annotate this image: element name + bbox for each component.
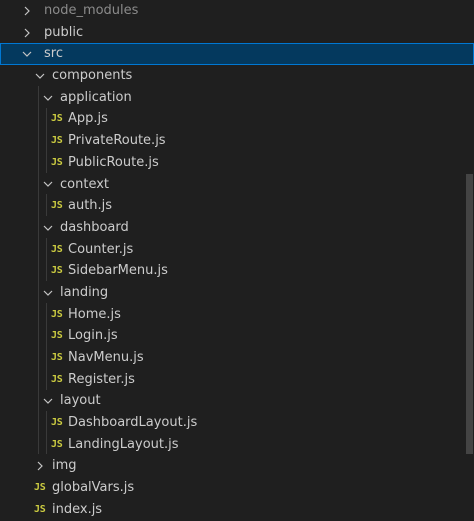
javascript-file-icon: JS — [51, 438, 63, 450]
indent-guide — [38, 86, 39, 454]
chevron-down-icon[interactable] — [41, 87, 55, 109]
folder-label: layout — [60, 393, 101, 409]
file-label: LandingLayout.js — [68, 436, 179, 452]
tree-item-privateroute-js[interactable]: JS PrivateRoute.js — [0, 130, 474, 152]
tree-item-img[interactable]: img — [0, 455, 474, 477]
file-label: PublicRoute.js — [68, 154, 159, 170]
tree-item-landing[interactable]: landing — [0, 282, 474, 304]
tree-item-components[interactable]: components — [0, 65, 474, 87]
javascript-file-icon: JS — [51, 330, 63, 342]
javascript-file-icon: JS — [34, 482, 46, 494]
file-tree: node_modules public src components appli… — [0, 0, 474, 521]
file-label: auth.js — [68, 198, 113, 214]
javascript-file-icon: JS — [51, 373, 63, 385]
folder-label: node_modules — [44, 3, 139, 18]
tree-item-src[interactable]: src — [0, 43, 474, 66]
indent-guide — [46, 303, 47, 390]
javascript-file-icon: JS — [51, 352, 63, 363]
file-label: PrivateRoute.js — [68, 133, 166, 149]
tree-item-public[interactable]: public — [0, 22, 474, 44]
javascript-file-icon: JS — [51, 156, 63, 168]
indent-guide — [46, 238, 47, 281]
file-label: DashboardLayout.js — [68, 415, 198, 431]
folder-label: public — [44, 24, 84, 40]
file-label: index.js — [52, 501, 103, 517]
folder-label: landing — [60, 284, 109, 300]
tree-item-globalvars-js[interactable]: JS globalVars.js — [0, 477, 474, 499]
file-label: Home.js — [68, 306, 121, 322]
chevron-down-icon[interactable] — [33, 65, 47, 87]
chevron-down-icon[interactable] — [20, 43, 34, 65]
javascript-file-icon: JS — [51, 417, 63, 429]
indent-guide — [46, 411, 47, 454]
tree-item-login-js[interactable]: JS Login.js — [0, 325, 474, 347]
tree-item-navmenu-js[interactable]: JS NavMenu.js — [0, 347, 474, 369]
tree-item-sidebarmenu-js[interactable]: JS SidebarMenu.js — [0, 260, 474, 282]
file-explorer: node_modules public src components appli… — [0, 0, 474, 521]
chevron-down-icon[interactable] — [41, 390, 55, 412]
file-label: SidebarMenu.js — [68, 263, 168, 279]
indent-guide — [46, 108, 47, 173]
file-label: Login.js — [68, 328, 118, 344]
tree-item-index-js[interactable]: JS index.js — [0, 499, 474, 521]
javascript-file-icon: JS — [51, 135, 63, 147]
tree-item-auth-js[interactable]: JS auth.js — [0, 195, 474, 217]
indent-guide — [46, 194, 47, 216]
javascript-file-icon: JS — [51, 200, 63, 212]
javascript-file-icon: JS — [34, 503, 46, 515]
chevron-right-icon[interactable] — [33, 455, 47, 477]
folder-label: application — [60, 89, 132, 105]
tree-item-publicroute-js[interactable]: JS PublicRoute.js — [0, 152, 474, 174]
tree-item-home-js[interactable]: JS Home.js — [0, 304, 474, 326]
tree-item-register-js[interactable]: JS Register.js — [0, 369, 474, 391]
folder-label: context — [60, 176, 109, 192]
tree-item-application[interactable]: application — [0, 87, 474, 109]
tree-item-context[interactable]: context — [0, 174, 474, 196]
file-label: globalVars.js — [52, 480, 135, 496]
folder-label: img — [52, 458, 77, 474]
file-label: App.js — [68, 111, 108, 127]
javascript-file-icon: JS — [51, 308, 63, 320]
chevron-down-icon[interactable] — [41, 217, 55, 239]
chevron-right-icon[interactable] — [20, 0, 34, 22]
file-label: Counter.js — [68, 241, 134, 257]
tree-item-counter-js[interactable]: JS Counter.js — [0, 239, 474, 261]
scrollbar-thumb[interactable] — [466, 174, 473, 454]
chevron-down-icon[interactable] — [41, 282, 55, 304]
javascript-file-icon: JS — [51, 113, 63, 125]
file-label: NavMenu.js — [68, 350, 144, 365]
file-label: Register.js — [68, 371, 135, 387]
tree-item-app-js[interactable]: JS App.js — [0, 108, 474, 130]
vertical-scrollbar[interactable] — [466, 0, 474, 521]
chevron-down-icon[interactable] — [41, 174, 55, 196]
folder-label: components — [52, 68, 133, 84]
tree-item-dashboardlayout-js[interactable]: JS DashboardLayout.js — [0, 412, 474, 434]
folder-label: dashboard — [60, 219, 129, 235]
tree-item-landinglayout-js[interactable]: JS LandingLayout.js — [0, 434, 474, 456]
javascript-file-icon: JS — [51, 243, 63, 255]
tree-item-layout[interactable]: layout — [0, 390, 474, 412]
tree-item-dashboard[interactable]: dashboard — [0, 217, 474, 239]
chevron-right-icon[interactable] — [20, 22, 34, 44]
tree-item-node-modules[interactable]: node_modules — [0, 0, 474, 22]
folder-label: src — [44, 46, 63, 62]
javascript-file-icon: JS — [51, 265, 63, 277]
